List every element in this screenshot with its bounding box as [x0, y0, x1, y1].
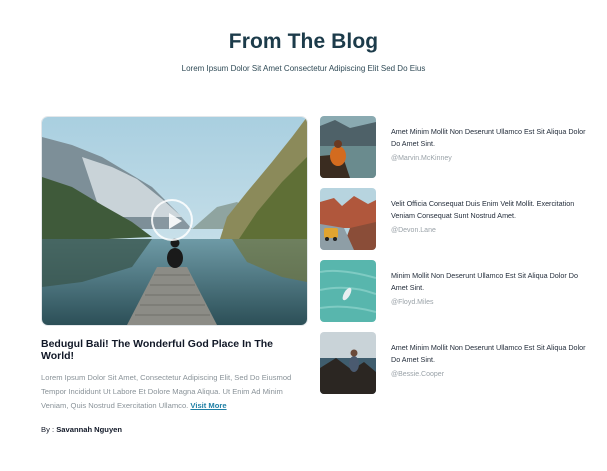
byline-author: Savannah Nguyen [56, 425, 123, 434]
post-title[interactable]: Amet Minim Mollit Non Deserunt Ullamco E… [391, 126, 590, 150]
post-author: @Marvin.McKinney [391, 155, 452, 162]
featured-post-excerpt: Lorem Ipsum Dolor Sit Amet, Consectetur … [41, 371, 303, 413]
play-button[interactable] [151, 199, 193, 241]
post-author: @Devon.Lane [391, 227, 436, 234]
featured-post: Bedugul Bali! The Wonderful God Place In… [41, 116, 308, 434]
post-text: Amet Minim Mollit Non Deserunt Ullamco E… [391, 126, 590, 162]
list-item[interactable]: Amet Minim Mollit Non Deserunt Ullamco E… [320, 116, 590, 180]
post-thumbnail [320, 332, 376, 394]
visit-more-link[interactable]: Visit More [190, 401, 226, 410]
post-text: Minim Mollit Non Deserunt Ullamco Est Si… [391, 270, 590, 306]
featured-excerpt-text: Lorem Ipsum Dolor Sit Amet, Consectetur … [41, 373, 292, 410]
featured-post-byline: By : Savannah Nguyen [41, 425, 306, 434]
featured-post-title[interactable]: Bedugul Bali! The Wonderful God Place In… [41, 338, 306, 362]
post-author: @Bessie.Cooper [391, 371, 445, 378]
byline-prefix: By : [41, 425, 57, 434]
post-thumbnail [320, 116, 376, 178]
post-thumbnail [320, 260, 376, 322]
post-title[interactable]: Amet Minim Mollit Non Deserunt Ullamco E… [391, 342, 590, 366]
featured-image[interactable] [41, 116, 308, 326]
post-author: @Floyd.Miles [391, 299, 434, 306]
post-title[interactable]: Minim Mollit Non Deserunt Ullamco Est Si… [391, 270, 590, 294]
list-item[interactable]: Minim Mollit Non Deserunt Ullamco Est Si… [320, 260, 590, 324]
play-icon [169, 213, 182, 229]
page-subtitle: Lorem Ipsum Dolor Sit Amet Consectetur A… [181, 64, 426, 73]
list-item[interactable]: Velit Officia Consequat Duis Enim Velit … [320, 188, 590, 252]
post-text: Velit Officia Consequat Duis Enim Velit … [391, 198, 590, 234]
post-text: Amet Minim Mollit Non Deserunt Ullamco E… [391, 342, 590, 378]
list-item[interactable]: Amet Minim Mollit Non Deserunt Ullamco E… [320, 332, 590, 396]
page-title: From The Blog [228, 30, 379, 53]
post-title[interactable]: Velit Officia Consequat Duis Enim Velit … [391, 198, 590, 222]
post-thumbnail [320, 188, 376, 250]
